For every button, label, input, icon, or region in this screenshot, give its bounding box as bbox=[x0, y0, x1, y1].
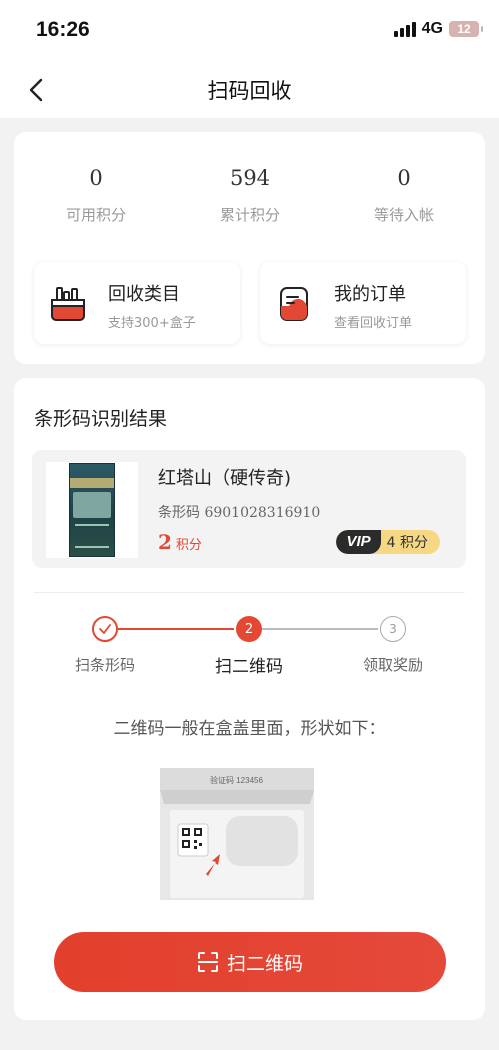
recycle-bag-icon bbox=[48, 284, 88, 324]
stat-value: 0 bbox=[397, 166, 411, 190]
vip-points-badge: VIP 4 积分 bbox=[336, 530, 440, 554]
product-barcode: 条形码 6901028316910 bbox=[158, 502, 320, 522]
status-indicators: 4G 12 bbox=[393, 20, 483, 38]
stat-total-points: 594 累计积分 bbox=[170, 166, 330, 225]
step-label: 扫条形码 bbox=[74, 656, 135, 674]
step-connector-todo bbox=[262, 628, 378, 630]
qr-location-hint: 二维码一般在盒盖里面，形状如下： bbox=[113, 719, 386, 739]
step-todo: 3 bbox=[380, 616, 406, 642]
quick-subtitle: 支持300+盒子 bbox=[108, 316, 196, 331]
cigarette-pack-image bbox=[69, 463, 115, 557]
signal-icon bbox=[393, 21, 416, 37]
status-bar: 16:26 4G 12 bbox=[0, 0, 499, 60]
points-unit: 积分 bbox=[175, 538, 202, 553]
step-label: 领取奖励 bbox=[362, 656, 423, 674]
vip-points: 4 积分 bbox=[386, 535, 428, 551]
stat-value: 0 bbox=[89, 166, 103, 190]
my-orders-button[interactable]: 我的订单 查看回收订单 bbox=[260, 262, 466, 344]
page-title: 扫码回收 bbox=[207, 79, 292, 103]
stat-label: 可用积分 bbox=[65, 206, 126, 224]
product-item: 红塔山（硬传奇) 条形码 6901028316910 2 积分 VIP 4 积分 bbox=[32, 450, 466, 568]
step-label-active: 扫二维码 bbox=[215, 657, 283, 677]
step-done-check-icon bbox=[92, 616, 118, 642]
scan-button-label: 扫二维码 bbox=[226, 952, 303, 975]
stat-label: 累计积分 bbox=[219, 206, 280, 224]
quick-title: 回收类目 bbox=[108, 284, 180, 305]
step-current: 2 bbox=[236, 616, 262, 642]
scan-qr-button[interactable]: 扫二维码 bbox=[54, 932, 446, 992]
barcode-label: 条形码 bbox=[158, 505, 200, 521]
points-summary-card: 0 可用积分 594 累计积分 0 等待入帐 回收类目 支持300+盒子 我的订… bbox=[14, 132, 485, 364]
step-connector-done bbox=[118, 628, 234, 630]
quick-subtitle: 查看回收订单 bbox=[334, 316, 413, 331]
stat-pending-points: 0 等待入帐 bbox=[324, 166, 484, 225]
illustration-code: 验证码 123456 bbox=[210, 775, 263, 785]
status-time: 16:26 bbox=[36, 18, 90, 41]
scan-icon bbox=[197, 952, 218, 972]
recycle-category-button[interactable]: 回收类目 支持300+盒子 bbox=[34, 262, 240, 344]
battery-icon: 12 bbox=[449, 21, 483, 37]
nav-bar: 扫码回收 bbox=[0, 60, 499, 118]
order-icon bbox=[274, 284, 314, 324]
stat-available-points: 0 可用积分 bbox=[16, 166, 176, 225]
network-label: 4G bbox=[421, 20, 443, 37]
stat-value: 594 bbox=[229, 166, 271, 190]
product-points: 2 积分 bbox=[158, 530, 202, 554]
product-name: 红塔山（硬传奇) bbox=[158, 468, 292, 489]
product-image bbox=[46, 462, 138, 558]
vip-label: VIP bbox=[336, 530, 381, 554]
qr-box-illustration: 验证码 123456 bbox=[160, 768, 314, 900]
barcode-result-card: 条形码识别结果 红塔山（硬传奇) 条形码 6901028316910 2 积分 V… bbox=[14, 378, 485, 1020]
section-title: 条形码识别结果 bbox=[34, 408, 168, 430]
divider bbox=[34, 592, 465, 593]
points-value: 2 bbox=[158, 530, 172, 554]
stat-label: 等待入帐 bbox=[373, 206, 434, 224]
barcode-value: 6901028316910 bbox=[204, 505, 321, 521]
quick-title: 我的订单 bbox=[334, 284, 406, 305]
